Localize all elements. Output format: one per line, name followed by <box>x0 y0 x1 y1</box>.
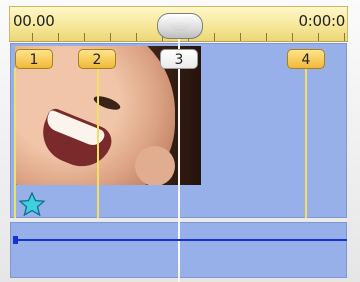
start-timecode: 00.00 <box>13 12 55 30</box>
marker-4[interactable]: 4 <box>287 49 325 69</box>
audio-level-line[interactable] <box>13 239 347 241</box>
marker-1[interactable]: 1 <box>15 49 53 69</box>
marker-line-4 <box>305 60 307 218</box>
marker-line-2 <box>97 60 99 218</box>
playhead-scrub-handle[interactable] <box>157 13 203 39</box>
star-icon[interactable] <box>19 192 45 216</box>
marker-3[interactable]: 3 <box>160 49 198 69</box>
marker-line-1 <box>14 68 16 218</box>
audio-keyframe[interactable] <box>13 236 18 244</box>
clip-cheek <box>135 146 175 185</box>
end-timecode: 0:00:0 <box>298 12 346 30</box>
marker-2[interactable]: 2 <box>78 49 116 69</box>
